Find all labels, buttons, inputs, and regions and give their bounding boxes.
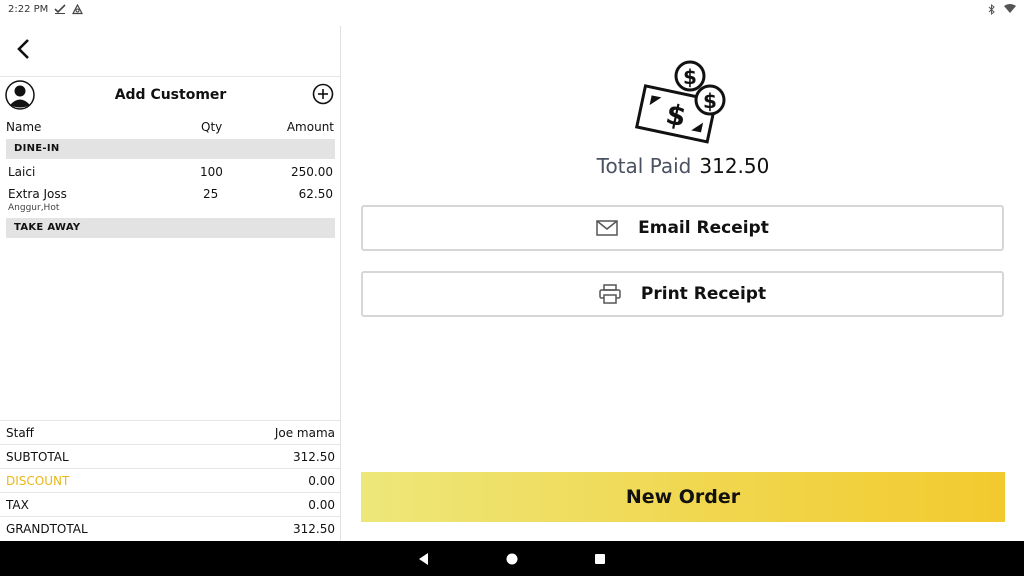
print-receipt-button[interactable]: Print Receipt [361, 271, 1004, 317]
staff-value: Joe mama [274, 426, 335, 440]
grandtotal-value: 312.50 [293, 522, 335, 536]
navigation-bar [0, 541, 1024, 576]
customer-row[interactable]: Add Customer [0, 76, 341, 112]
column-amount: Amount [286, 120, 334, 134]
column-qty: Qty [201, 120, 223, 134]
back-triangle-icon[interactable] [414, 549, 434, 569]
chevron-left-icon [17, 39, 29, 59]
total-paid-value: 312.50 [699, 154, 770, 178]
grandtotal-row: GRANDTOTAL 312.50 [0, 516, 341, 540]
add-customer-label[interactable]: Add Customer [0, 87, 341, 103]
email-receipt-label: Email Receipt [638, 218, 769, 238]
tax-label: TAX [6, 498, 29, 512]
payment-panel: $ $ $ Total Paid 312.50 Email Receipt Pri… [342, 26, 1024, 541]
status-bar: 2:22 PM [0, 0, 1024, 18]
status-left: 2:22 PM [8, 3, 84, 15]
item-note: Anggur,Hot [8, 203, 60, 213]
order-panel: Add Customer Name Qty Amount DINE-IN Lai… [0, 26, 341, 541]
money-icon: $ $ $ [634, 60, 726, 144]
order-item[interactable]: Laici 100 250.00 [8, 165, 334, 183]
bluetooth-icon [988, 3, 995, 15]
plus-circle-icon[interactable] [312, 83, 334, 105]
svg-text:$: $ [703, 89, 717, 113]
total-paid: Total Paid 312.50 [342, 154, 1024, 178]
section-take-away: TAKE AWAY [6, 218, 335, 238]
svg-text:$: $ [683, 65, 697, 89]
discount-row[interactable]: DISCOUNT 0.00 [0, 468, 341, 492]
tax-value: 0.00 [308, 498, 335, 512]
subtotal-label: SUBTOTAL [6, 450, 69, 464]
subtotal-value: 312.50 [293, 450, 335, 464]
column-name: Name [6, 120, 42, 134]
total-paid-label: Total Paid [596, 154, 692, 178]
item-qty: 100 [200, 165, 223, 179]
section-dine-in: DINE-IN [6, 139, 335, 159]
subtotal-row: SUBTOTAL 312.50 [0, 444, 341, 468]
check-icon [54, 4, 66, 14]
item-name: Extra Joss [8, 187, 67, 201]
grandtotal-label: GRANDTOTAL [6, 522, 88, 536]
sync-icon [72, 3, 84, 14]
printer-icon [599, 284, 621, 304]
email-receipt-button[interactable]: Email Receipt [361, 205, 1004, 251]
wifi-icon [1004, 4, 1016, 13]
home-circle-icon[interactable] [502, 549, 522, 569]
order-summary: Staff Joe mama SUBTOTAL 312.50 DISCOUNT … [0, 420, 341, 540]
item-name: Laici [8, 165, 36, 179]
status-time: 2:22 PM [8, 3, 49, 15]
column-header: Name Qty Amount [6, 120, 336, 136]
item-amount: 250.00 [291, 165, 333, 179]
order-item[interactable]: Extra Joss 25 62.50 Anggur,Hot [8, 187, 334, 217]
recents-square-icon[interactable] [590, 549, 610, 569]
item-qty: 25 [203, 187, 219, 201]
staff-row: Staff Joe mama [0, 420, 341, 444]
discount-value: 0.00 [308, 474, 335, 488]
new-order-button[interactable]: New Order [361, 472, 1005, 522]
tax-row: TAX 0.00 [0, 492, 341, 516]
back-button[interactable] [10, 36, 36, 62]
new-order-label: New Order [625, 486, 741, 508]
status-right [988, 3, 1016, 15]
print-receipt-label: Print Receipt [640, 284, 767, 304]
staff-label: Staff [6, 426, 34, 440]
item-amount: 62.50 [298, 187, 333, 201]
discount-label: DISCOUNT [6, 474, 70, 488]
envelope-icon [596, 220, 618, 236]
